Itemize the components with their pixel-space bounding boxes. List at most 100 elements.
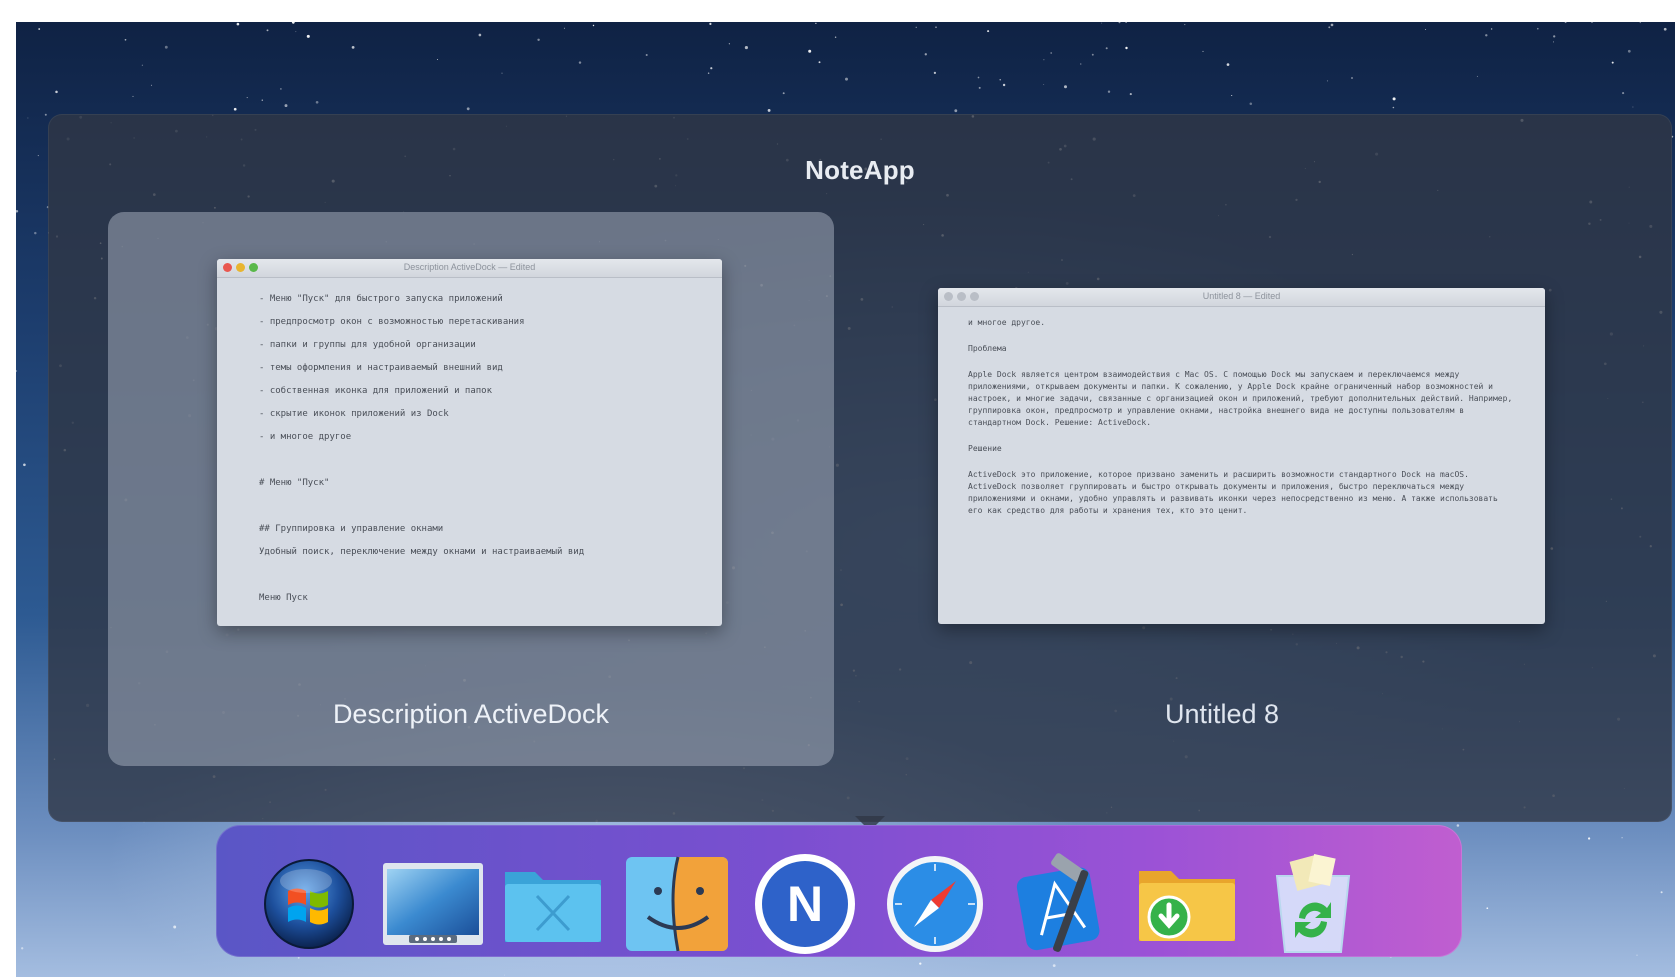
dock: N: [216, 825, 1462, 957]
window-card-untitled-8[interactable]: Untitled 8 — Edited и многое другое. Проб…: [859, 212, 1585, 766]
star: [34, 231, 37, 235]
star: [728, 43, 730, 45]
star: [16, 210, 19, 213]
star: [1328, 26, 1331, 29]
preview-titlebar: Untitled 8 — Edited: [938, 288, 1545, 307]
star: [44, 113, 47, 116]
finder-icon: [626, 856, 728, 952]
preview-text-line: # Меню "Пуск": [259, 478, 330, 488]
star: [935, 26, 937, 28]
star: [744, 46, 748, 50]
preview-window-title: Description ActiveDock — Edited: [403, 262, 536, 272]
star: [537, 38, 540, 42]
preview-text-line: - собственная иконка для приложений и па…: [259, 386, 492, 396]
star: [1490, 28, 1493, 30]
star: [919, 962, 922, 965]
star: [21, 947, 24, 950]
star: [124, 38, 127, 41]
downloads-folder-icon: [1139, 871, 1235, 941]
star: [709, 22, 712, 25]
star: [1326, 80, 1329, 82]
star: [280, 88, 282, 90]
preview-text-line: [259, 495, 680, 518]
star: [924, 53, 927, 56]
star: [1392, 106, 1395, 109]
xcode-hammer-icon: [1016, 853, 1100, 952]
star: [261, 99, 264, 101]
star: [1553, 41, 1554, 43]
preview-text-paragraph: ActiveDock это приложение, которое призв…: [968, 470, 1498, 515]
star: [1080, 63, 1082, 65]
window-preview-thumbnail[interactable]: Untitled 8 — Edited и многое другое. Проб…: [938, 288, 1545, 624]
preview-titlebar: Description ActiveDock — Edited: [217, 259, 722, 278]
star: [132, 95, 134, 97]
dock-item-downloads[interactable]: [1134, 851, 1240, 957]
star: [1553, 35, 1556, 38]
star: [818, 61, 821, 64]
preview-text-line: - папки и группы для удобной организации: [259, 340, 476, 350]
blue-folder-icon: [505, 872, 601, 942]
windows-orb-icon: [264, 859, 354, 949]
star: [1660, 891, 1663, 894]
window-preview-thumbnail[interactable]: Description ActiveDock — Edited - Меню "…: [217, 259, 722, 626]
star: [954, 109, 958, 113]
star: [1611, 61, 1614, 64]
preview-text-line: - предпросмотр окон с возможностью перет…: [259, 317, 525, 327]
star: [1105, 47, 1108, 50]
star: [1064, 85, 1067, 89]
star: [1476, 75, 1478, 77]
star: [1632, 106, 1634, 108]
noteapp-letter: N: [787, 876, 823, 932]
safari-compass-icon: [887, 856, 983, 952]
star: [1043, 59, 1045, 61]
star: [236, 22, 240, 26]
star: [1125, 22, 1127, 23]
star: [1486, 907, 1489, 910]
star: [915, 26, 917, 28]
desktop-screen-icon: [383, 863, 483, 945]
star: [978, 86, 981, 89]
star: [37, 155, 39, 157]
star: [466, 107, 470, 111]
star: [1351, 77, 1353, 79]
dock-item-start-menu[interactable]: [256, 851, 362, 957]
preview-text-paragraph: и многое другое.: [968, 318, 1046, 327]
star: [1621, 837, 1623, 839]
star: [164, 45, 168, 49]
star: [1587, 837, 1591, 840]
star: [1636, 954, 1638, 956]
star: [1129, 93, 1132, 96]
preview-text-line: - Меню "Пуск" для быстрого запуска прило…: [259, 294, 503, 304]
dock-item-folder[interactable]: [500, 851, 606, 957]
preview-text-paragraph: Apple Dock является центром взаимодейств…: [968, 370, 1513, 427]
star: [767, 108, 771, 112]
dock-item-noteapp[interactable]: N: [752, 851, 858, 957]
star: [1456, 824, 1460, 827]
dock-item-recycle-bin[interactable]: [1260, 851, 1366, 957]
dock-item-safari[interactable]: [882, 851, 988, 957]
star: [987, 30, 990, 33]
star: [1052, 964, 1056, 967]
star: [351, 46, 355, 49]
dock-item-desktop-preview[interactable]: [380, 851, 486, 957]
star: [23, 463, 26, 467]
preview-window-title: Untitled 8 — Edited: [1202, 291, 1281, 301]
star: [592, 24, 595, 27]
window-card-description-activedock[interactable]: Description ActiveDock — Edited - Меню "…: [108, 212, 834, 766]
star: [845, 77, 848, 81]
star: [150, 84, 153, 86]
preview-text-line: [259, 449, 680, 472]
preview-text-line: - темы оформления и настраиваемый внешни…: [259, 363, 503, 373]
star: [578, 61, 582, 64]
star: [782, 92, 785, 95]
star: [1091, 53, 1094, 56]
star: [27, 117, 29, 119]
preview-document-text: и многое другое. Проблема Apple Dock являе…: [938, 307, 1545, 517]
dock-item-xcode[interactable]: [1006, 851, 1112, 957]
star: [1050, 52, 1053, 54]
preview-text-line: - и многое другое: [259, 432, 352, 442]
star: [645, 53, 648, 57]
star: [246, 97, 248, 99]
switcher-app-title: NoteApp: [805, 155, 915, 185]
dock-item-finder[interactable]: [624, 851, 730, 957]
